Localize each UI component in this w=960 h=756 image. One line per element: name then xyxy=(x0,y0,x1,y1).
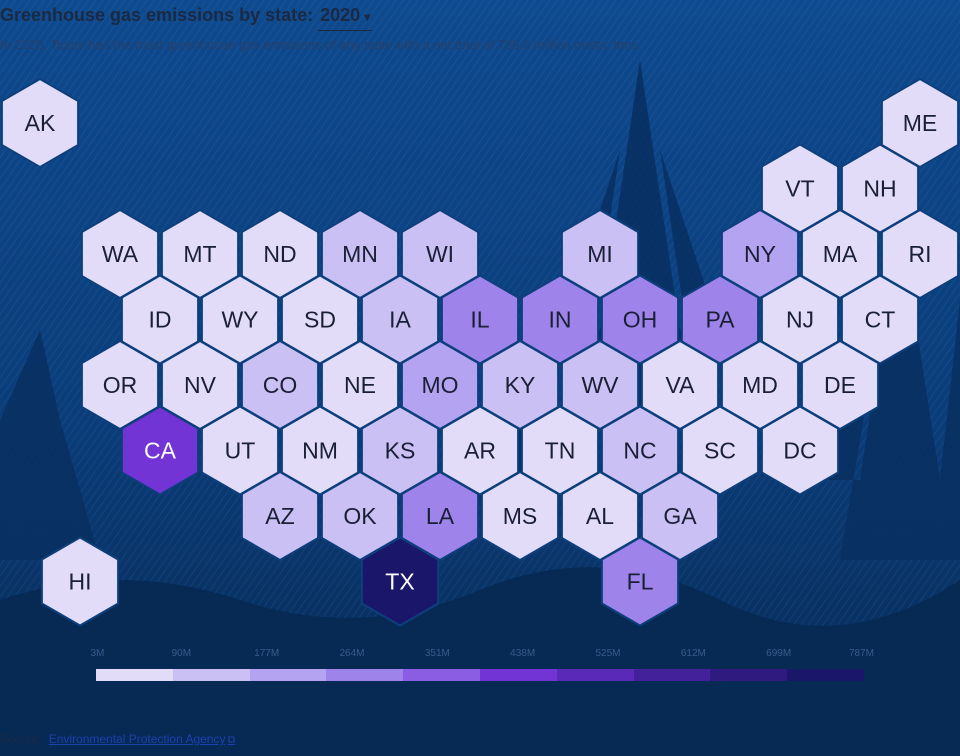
state-label: TN xyxy=(545,438,576,464)
state-label: LA xyxy=(426,503,455,529)
state-label: HI xyxy=(69,569,92,595)
state-label: CO xyxy=(263,372,298,398)
legend-swatch xyxy=(172,669,250,681)
legend-swatch xyxy=(403,669,480,681)
legend-tick-label: 438M xyxy=(510,648,536,659)
state-hex-ak[interactable]: AK xyxy=(0,77,80,169)
state-label: AK xyxy=(25,110,56,136)
legend-swatch xyxy=(479,669,557,681)
external-link-icon: ⧉ xyxy=(227,734,236,746)
state-label: NM xyxy=(302,438,338,464)
state-label: ME xyxy=(903,110,938,136)
state-label: AZ xyxy=(265,503,294,529)
legend-swatch xyxy=(787,669,864,681)
legend-swatch xyxy=(710,669,788,681)
source-line: Source: Environmental Protection Agency ⧉ xyxy=(0,732,235,747)
state-hex-hi[interactable]: HI xyxy=(40,536,120,627)
state-label: ID xyxy=(149,307,172,333)
legend-tick-label: 3M xyxy=(90,648,105,659)
state-label: TX xyxy=(385,569,414,595)
state-label: OH xyxy=(623,307,658,333)
state-label: WA xyxy=(102,241,139,267)
state-label: VT xyxy=(785,176,814,202)
state-label: MO xyxy=(421,372,458,398)
state-label: MA xyxy=(823,241,858,267)
state-label: NY xyxy=(744,241,776,267)
legend-tick-label: 787M xyxy=(848,648,875,659)
state-label: NJ xyxy=(786,307,814,333)
state-label: KY xyxy=(505,372,536,398)
state-label: OK xyxy=(343,503,377,529)
legend-tick-label: 90M xyxy=(171,648,192,659)
state-label: IL xyxy=(470,307,489,333)
state-label: MT xyxy=(183,241,216,267)
state-label: VA xyxy=(666,372,696,398)
state-label: NV xyxy=(184,372,217,398)
state-label: IA xyxy=(389,307,411,333)
state-label: PA xyxy=(706,307,736,333)
state-label: MD xyxy=(742,372,778,398)
state-label: DC xyxy=(783,438,816,464)
state-label: DE xyxy=(824,372,856,398)
legend-tick-label: 699M xyxy=(766,648,792,659)
legend-tick-label: 612M xyxy=(680,648,706,659)
state-label: IN xyxy=(549,307,572,333)
source-label: Source: xyxy=(0,732,42,746)
state-hex-map: AK ME VT NH WA MT ND MN WI MI NY MA RI ID WY SD IA IL IN OH… xyxy=(0,77,960,627)
state-label: WV xyxy=(581,372,619,398)
legend-tick-label: 351M xyxy=(424,648,450,659)
state-label: CA xyxy=(144,438,177,464)
legend-swatch xyxy=(633,669,711,681)
color-legend: 3M 90M 177M 264M 351M 438M 525M 612M 699M 787M xyxy=(90,648,874,684)
legend-swatch xyxy=(326,669,404,681)
source-link[interactable]: Environmental Protection Agency ⧉ xyxy=(49,732,236,746)
legend-swatch xyxy=(96,669,173,681)
state-label: OR xyxy=(103,372,138,398)
state-label: FL xyxy=(627,569,654,595)
state-label: MS xyxy=(503,503,538,529)
state-label: NC xyxy=(623,438,656,464)
legend-tick-label: 177M xyxy=(254,648,280,659)
state-label: WY xyxy=(221,307,258,333)
state-label: ND xyxy=(263,241,296,267)
state-label: SD xyxy=(304,307,336,333)
state-label: GA xyxy=(663,503,697,529)
legend-tick-label: 525M xyxy=(595,648,621,659)
state-label: NE xyxy=(344,372,376,398)
state-label: WI xyxy=(426,241,454,267)
legend-swatch xyxy=(556,669,634,681)
state-label: RI xyxy=(909,241,932,267)
state-label: NH xyxy=(863,176,896,202)
state-label: AR xyxy=(464,438,496,464)
state-label: MN xyxy=(342,241,378,267)
state-label: KS xyxy=(385,438,416,464)
state-label: AL xyxy=(586,503,614,529)
state-label: CT xyxy=(865,307,896,333)
legend-swatch xyxy=(249,669,327,681)
state-label: MI xyxy=(587,241,613,267)
legend-tick-label: 264M xyxy=(339,648,365,659)
state-label: SC xyxy=(704,438,736,464)
state-label: UT xyxy=(225,438,256,464)
source-link-text: Environmental Protection Agency xyxy=(48,732,226,746)
